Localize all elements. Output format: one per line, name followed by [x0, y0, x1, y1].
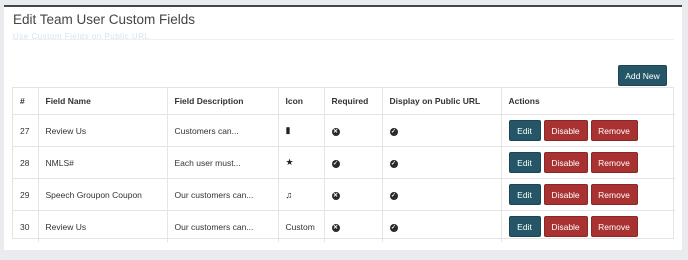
edit-button[interactable]: Edit — [508, 184, 541, 205]
row-required-cell: ✕ — [323, 114, 382, 147]
row-icon-cell: ▮ — [277, 114, 324, 147]
check-circle-icon: ✓ — [389, 128, 398, 136]
disable-button[interactable]: Disable — [543, 152, 588, 173]
row-required-cell: ✕ — [323, 210, 382, 242]
row-display-cell: ✓ — [381, 178, 501, 211]
row-actions: Edit Disable Remove — [500, 210, 675, 242]
row-field-name: Review Us — [37, 114, 167, 147]
page-title: Edit Team User Custom Fields — [13, 12, 196, 27]
id-badge-icon: ▮ — [285, 125, 291, 135]
row-id: 30 — [20, 221, 30, 232]
row-icon-cell: ♫ — [277, 178, 324, 211]
disable-button[interactable]: Disable — [543, 120, 588, 141]
table-row: 30 Review Us Our customers can... Custom… — [13, 210, 675, 242]
music-icon: ♫ — [285, 189, 293, 200]
remove-button[interactable]: Remove — [590, 216, 638, 237]
star-icon: ★ — [285, 157, 294, 167]
row-display-cell: ✓ — [381, 146, 501, 179]
row-field-name: NMLS# — [37, 146, 167, 179]
row-display-cell: ✓ — [381, 114, 501, 147]
table-row: 27 Review Us Customers can... ▮ ✕ ✓ Edit… — [13, 114, 675, 147]
remove-button[interactable]: Remove — [590, 120, 638, 141]
check-circle-icon: ✓ — [331, 160, 340, 168]
col-header-icon: Icon — [277, 88, 324, 115]
row-icon-cell: ★ — [277, 146, 324, 179]
row-icon-cell: Custom — [277, 210, 324, 242]
row-actions: Edit Disable Remove — [500, 178, 675, 211]
edit-button[interactable]: Edit — [508, 152, 541, 173]
title-divider — [12, 39, 674, 40]
row-actions: Edit Disable Remove — [500, 146, 675, 179]
row-field-name: Review Us — [37, 210, 167, 242]
edit-button[interactable]: Edit — [508, 216, 541, 237]
disable-button[interactable]: Disable — [543, 184, 588, 205]
row-id: 28 — [13, 146, 38, 179]
col-header-actions: Actions — [500, 88, 675, 115]
col-header-required: Required — [323, 88, 382, 115]
col-header-field-name: Field Name — [37, 88, 167, 115]
times-circle-icon: ✕ — [331, 128, 340, 136]
col-header-field-description: Field Description — [166, 88, 278, 115]
row-field-description: Each user must... — [166, 146, 278, 179]
custom-fields-table: # Field Name Field Description Icon Requ… — [12, 87, 675, 242]
disable-button[interactable]: Disable — [543, 216, 588, 237]
check-circle-icon: ✓ — [389, 224, 398, 232]
row-actions: Edit Disable Remove — [500, 114, 675, 147]
row-id: 29 — [13, 178, 38, 211]
row-required-cell: ✕ — [323, 178, 382, 211]
table-row: 28 NMLS# Each user must... ★ ✓ ✓ Edit Dis… — [13, 146, 675, 179]
col-header-display-public-url: Display on Public URL — [381, 88, 501, 115]
row-field-description: Our customers can... — [166, 210, 278, 242]
row-field-description: Our customers can... — [166, 178, 278, 211]
row-display-cell: ✓ — [381, 210, 501, 242]
row-field-description: Customers can... — [166, 114, 278, 147]
table-row: 29 Speech Groupon Coupon Our customers c… — [13, 178, 675, 211]
table-header-row: # Field Name Field Description Icon Requ… — [13, 88, 675, 115]
times-circle-icon: ✕ — [331, 224, 340, 232]
check-circle-icon: ✓ — [389, 160, 398, 168]
custom-fields-panel: Edit Team User Custom Fields Use Custom … — [4, 5, 682, 250]
remove-button[interactable]: Remove — [590, 152, 638, 173]
row-field-name: Speech Groupon Coupon — [37, 178, 167, 211]
row-id: 27 — [13, 114, 38, 147]
row-required-cell: ✓ — [323, 146, 382, 179]
add-new-button[interactable]: Add New — [618, 65, 667, 86]
remove-button[interactable]: Remove — [590, 184, 638, 205]
check-circle-icon: ✓ — [389, 192, 398, 200]
times-circle-icon: ✕ — [331, 192, 340, 200]
col-header-number: # — [13, 88, 38, 115]
edit-button[interactable]: Edit — [508, 120, 541, 141]
